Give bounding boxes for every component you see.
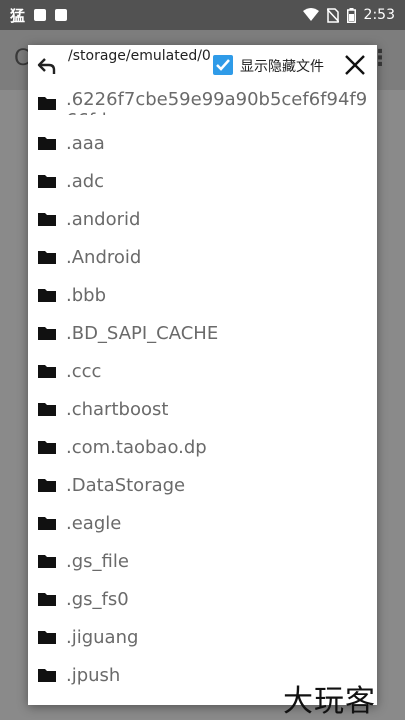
show-hidden-checkbox[interactable]: [213, 55, 233, 75]
file-name: .gs_fs0: [66, 589, 129, 610]
file-picker-dialog: /storage/emulated/0 显示隐藏文件 .6226f7cbe59e…: [28, 45, 377, 705]
app-notification-icon: 猛: [10, 6, 26, 25]
watermark-logo: 大玩客: [283, 684, 376, 719]
folder-icon: [38, 213, 56, 226]
folder-icon: [38, 175, 56, 188]
file-name: .DataStorage: [66, 475, 186, 496]
file-name: .ccc: [66, 361, 102, 382]
back-arrow-icon[interactable]: [36, 55, 58, 77]
show-hidden-label[interactable]: 显示隐藏文件: [240, 56, 324, 76]
file-name: .bbb: [66, 285, 106, 306]
file-row[interactable]: .andorid: [28, 201, 377, 239]
file-row[interactable]: .aaa: [28, 125, 377, 163]
file-name: .jpush: [66, 665, 121, 686]
current-path: /storage/emulated/0: [68, 48, 211, 64]
file-row[interactable]: .6226f7cbe59e99a90b5cef6f94f966fd: [28, 85, 377, 123]
folder-icon: [38, 631, 56, 644]
file-name: .gs_file: [66, 551, 129, 572]
file-name: .Android: [66, 247, 142, 268]
file-list: .6226f7cbe59e99a90b5cef6f94f966fd .aaa .…: [28, 85, 377, 705]
wifi-icon: [302, 8, 319, 21]
file-name: .6226f7cbe59e99a90b5cef6f94f966fd: [66, 89, 368, 115]
folder-icon: [38, 517, 56, 530]
folder-icon: [38, 327, 56, 340]
file-row[interactable]: .Android: [28, 239, 377, 277]
folder-icon: [38, 97, 56, 110]
folder-icon: [38, 555, 56, 568]
file-name: .eagle: [66, 513, 122, 534]
file-name: .adc: [66, 171, 105, 192]
no-sim-icon: [326, 7, 339, 23]
folder-icon: [38, 251, 56, 264]
folder-icon: [38, 441, 56, 454]
file-row[interactable]: .gs_file: [28, 543, 377, 581]
file-row[interactable]: .adc: [28, 163, 377, 201]
file-name: .com.taobao.dp: [66, 437, 207, 458]
status-bar: 猛 2:53: [0, 0, 405, 30]
checkmark-icon: [216, 59, 230, 71]
file-row[interactable]: .jiguang: [28, 619, 377, 657]
status-left-icons: 猛: [0, 5, 68, 26]
dialog-header: /storage/emulated/0 显示隐藏文件: [28, 45, 377, 87]
folder-icon: [38, 289, 56, 302]
file-row[interactable]: .ccc: [28, 353, 377, 391]
file-row[interactable]: .eagle: [28, 505, 377, 543]
file-row[interactable]: .DataStorage: [28, 467, 377, 505]
file-name: .aaa: [66, 133, 105, 154]
battery-icon: [346, 7, 356, 23]
message-icon: [34, 9, 47, 21]
file-row[interactable]: .gs_fs0: [28, 581, 377, 619]
close-icon[interactable]: [344, 54, 366, 76]
file-name: .andorid: [66, 209, 141, 230]
folder-icon: [38, 593, 56, 606]
file-row[interactable]: .bbb: [28, 277, 377, 315]
file-name: .BD_SAPI_CACHE: [66, 323, 219, 344]
folder-icon: [38, 479, 56, 492]
file-name: .chartboost: [66, 399, 169, 420]
file-name: .jiguang: [66, 627, 139, 648]
file-row[interactable]: .chartboost: [28, 391, 377, 429]
folder-icon: [38, 365, 56, 378]
status-right-icons: 2:53: [302, 7, 405, 23]
folder-icon: [38, 669, 56, 682]
folder-icon: [38, 137, 56, 150]
status-time: 2:53: [363, 7, 395, 23]
photo-icon: [55, 9, 68, 21]
folder-icon: [38, 403, 56, 416]
file-row[interactable]: .com.taobao.dp: [28, 429, 377, 467]
file-row[interactable]: .BD_SAPI_CACHE: [28, 315, 377, 353]
